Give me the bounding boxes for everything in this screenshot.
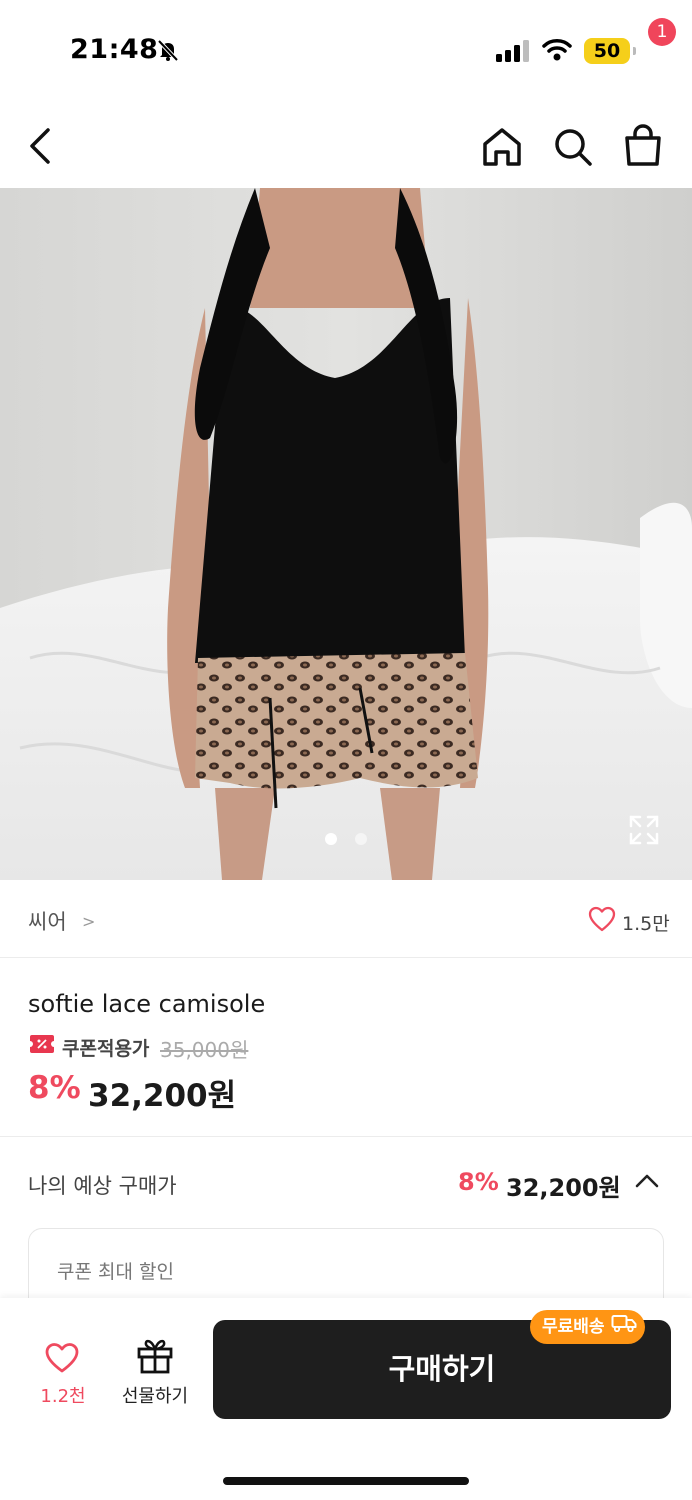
cart-icon[interactable] xyxy=(622,124,664,172)
back-icon[interactable] xyxy=(24,126,60,166)
gallery-dot-active[interactable] xyxy=(325,833,337,845)
home-icon[interactable] xyxy=(480,126,524,172)
gallery-dot[interactable] xyxy=(355,833,367,845)
battery-icon: 50 xyxy=(584,38,636,64)
search-icon[interactable] xyxy=(552,126,594,172)
signal-icon xyxy=(496,40,530,66)
free-shipping-badge: 무료배송 xyxy=(530,1310,645,1344)
product-image[interactable] xyxy=(0,188,692,880)
coupon-max-discount-label: 쿠폰 최대 할인 xyxy=(57,1261,174,1283)
bell-off-icon xyxy=(156,38,180,66)
free-shipping-label: 무료배송 xyxy=(542,1317,605,1337)
wifi-icon xyxy=(542,38,572,66)
expected-discount-percent: 8% xyxy=(458,1168,499,1196)
expected-price: 32,200원 xyxy=(506,1174,621,1202)
expected-price-label[interactable]: 나의 예상 구매가 xyxy=(28,1170,177,1200)
top-navigation xyxy=(0,100,692,188)
home-indicator xyxy=(223,1477,469,1485)
status-time: 21:48 xyxy=(70,34,159,65)
brand-like-count: 1.5만 xyxy=(622,913,670,935)
heart-icon[interactable] xyxy=(588,906,616,936)
coupon-price-label: 쿠폰적용가 xyxy=(62,1038,150,1060)
section-divider xyxy=(0,1136,692,1137)
brand-name[interactable]: 씨어 xyxy=(28,906,67,936)
brand-row[interactable]: 씨어 > 1.5만 xyxy=(0,880,692,958)
original-price: 35,000원 xyxy=(160,1038,249,1062)
brand-chevron-icon: > xyxy=(82,912,96,931)
truck-icon xyxy=(611,1310,637,1344)
bottom-action-bar: 1.2천 선물하기 구매하기 무료배송 xyxy=(0,1298,692,1500)
chevron-up-icon[interactable] xyxy=(634,1172,660,1194)
product-name: softie lace camisole xyxy=(28,990,266,1018)
expand-icon[interactable] xyxy=(628,814,660,850)
sale-price: 32,200원 xyxy=(88,1078,237,1114)
discount-percent: 8% xyxy=(28,1070,81,1106)
status-bar: 21:48 50 xyxy=(0,0,692,100)
gift-icon[interactable] xyxy=(136,1338,174,1378)
coupon-tag-icon xyxy=(27,1035,57,1053)
wishlist-heart-icon[interactable] xyxy=(44,1342,80,1378)
cart-count-badge: 1 xyxy=(648,18,676,46)
wishlist-count[interactable]: 1.2천 xyxy=(0,1382,126,1408)
gift-label[interactable]: 선물하기 xyxy=(112,1382,198,1408)
